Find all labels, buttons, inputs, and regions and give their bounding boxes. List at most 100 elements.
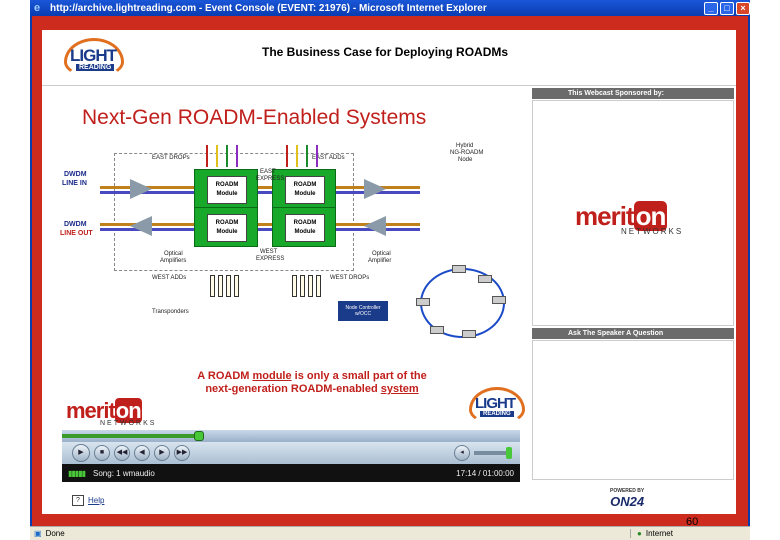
amplifier-icon [130, 179, 152, 199]
roadm-module: ROADM Module [272, 169, 336, 209]
module-label: Module [216, 191, 238, 197]
window-title-bar[interactable]: e http://archive.lightreading.com - Even… [30, 0, 750, 16]
logo-light-text: LIGHT [475, 395, 516, 412]
label-optical-amp-right-2: Amplifier [368, 258, 392, 264]
slide-panel: Next-Gen ROADM-Enabled Systems EAST DROP… [42, 88, 526, 395]
module-label: Module [294, 229, 316, 235]
signal-bars-icon: ▮▮▮▮▮ [68, 468, 86, 478]
internet-explorer-icon: e [34, 2, 41, 14]
on24-text: ON24 [610, 494, 645, 509]
close-button[interactable]: × [736, 1, 750, 15]
module-label: ROADM [293, 220, 317, 226]
ring-node-icon [462, 330, 476, 338]
meriton-networks-text: NETWORKS [621, 227, 684, 236]
meriton-logo: meriton NETWORKS [66, 398, 156, 427]
label-hybrid-1: Hybrid [456, 143, 474, 149]
page-icon: ▣ [34, 529, 42, 538]
light-reading-logo: LIGHT READING [62, 36, 126, 80]
seek-thumb[interactable] [194, 431, 205, 441]
stop-button[interactable]: ■ [94, 445, 110, 461]
zone-text: Internet [645, 529, 673, 538]
webcast-title: The Business Case for Deploying ROADMs [262, 45, 509, 59]
label-west-express-2: EXPRESS [256, 256, 285, 262]
help-link[interactable]: ? Help [72, 495, 104, 506]
drop-arrow-icon [236, 145, 238, 167]
song-title: Song: 1 wmaudio [93, 468, 155, 478]
minimize-button[interactable]: _ [704, 1, 718, 15]
label-optical-amp-left-1: Optical [164, 251, 183, 257]
module-label: ROADM [293, 182, 317, 188]
next-button[interactable]: ▶▶ [174, 445, 190, 461]
add-arrow-icon [316, 145, 318, 167]
module-label: ROADM [215, 182, 239, 188]
transponder [210, 275, 215, 297]
ask-question-panel[interactable] [532, 340, 734, 480]
caption-text: next-generation ROADM-enabled [205, 383, 381, 395]
amplifier-icon [130, 216, 152, 236]
module-label: ROADM [215, 220, 239, 226]
slide-caption: A ROADM module is only a small part of t… [162, 370, 462, 396]
media-player: ▶ ■ ◀◀ ◀ ▶ ▶▶ ◂ ▮▮▮▮▮ Song: 1 wmaudio 17… [62, 430, 520, 482]
caption-text: A ROADM [197, 370, 253, 382]
label-optical-amp-right-1: Optical [372, 251, 391, 257]
ring-node-icon [492, 296, 506, 304]
label-east-express-1: EAST [260, 169, 276, 175]
transponder [300, 275, 305, 297]
ring-node-icon [416, 298, 430, 306]
drop-arrow-icon [226, 145, 228, 167]
play-button[interactable]: ▶ [72, 444, 90, 462]
slide-number: 60 [686, 516, 699, 528]
transponder [316, 275, 321, 297]
maximize-button[interactable]: □ [720, 1, 734, 15]
amplifier-icon [364, 179, 386, 199]
amplifier-icon [364, 216, 386, 236]
add-arrow-icon [296, 145, 298, 167]
ring-node-icon [430, 326, 444, 334]
label-hybrid-2: NG-ROADM [450, 150, 484, 156]
volume-slider[interactable] [474, 447, 512, 459]
globe-icon: ● [637, 529, 642, 538]
roadm-module: ROADM Module [194, 207, 258, 247]
slide-title: Next-Gen ROADM-Enabled Systems [82, 106, 427, 129]
window-title: http://archive.lightreading.com - Event … [50, 2, 487, 14]
module-label: Module [294, 191, 316, 197]
ask-header: Ask The Speaker A Question [532, 328, 734, 339]
caption-module-text: module [252, 370, 292, 382]
playback-time: 17:14 / 01:00:00 [456, 468, 514, 478]
label-dwdm-out-1: DWDM [64, 221, 87, 228]
seek-bar[interactable] [62, 430, 520, 442]
logo-light-text: LIGHT [70, 46, 117, 65]
transponder [226, 275, 231, 297]
label-optical-amp-left-2: Amplifiers [160, 258, 187, 264]
ring-node-icon [452, 265, 466, 273]
right-column: This Webcast Sponsored by: meriton NETWO… [532, 88, 734, 514]
label-west-adds: WEST ADDs [152, 275, 187, 281]
volume-knob[interactable] [506, 447, 512, 459]
rewind-button[interactable]: ◀ [134, 445, 150, 461]
status-text: Done [45, 529, 65, 538]
help-icon: ? [72, 495, 84, 506]
browser-status-bar: ▣ Done ● Internet [30, 526, 750, 540]
fast-forward-button[interactable]: ▶ [154, 445, 170, 461]
transponder [218, 275, 223, 297]
help-text: Help [88, 496, 105, 505]
transponder [308, 275, 313, 297]
security-zone: ● Internet [630, 529, 750, 538]
seek-progress [62, 434, 200, 438]
player-status: ▮▮▮▮▮ Song: 1 wmaudio 17:14 / 01:00:00 [62, 464, 520, 482]
ring-node-icon [478, 275, 492, 283]
light-reading-logo-small: LIGHT READING [467, 385, 527, 427]
roadm-module: ROADM Module [194, 169, 258, 209]
drop-arrow-icon [216, 145, 218, 167]
mute-button[interactable]: ◂ [454, 445, 470, 461]
module-label: Module [216, 229, 238, 235]
logo-reading-text: READING [480, 411, 514, 417]
add-arrow-icon [286, 145, 288, 167]
previous-button[interactable]: ◀◀ [114, 445, 130, 461]
roadm-module: ROADM Module [272, 207, 336, 247]
sponsor-panel: meriton NETWORKS [532, 100, 734, 326]
transponder [234, 275, 239, 297]
meriton-logo[interactable]: meriton NETWORKS [575, 201, 683, 236]
ring-network-icon [416, 265, 506, 338]
drop-arrow-icon [206, 145, 208, 167]
